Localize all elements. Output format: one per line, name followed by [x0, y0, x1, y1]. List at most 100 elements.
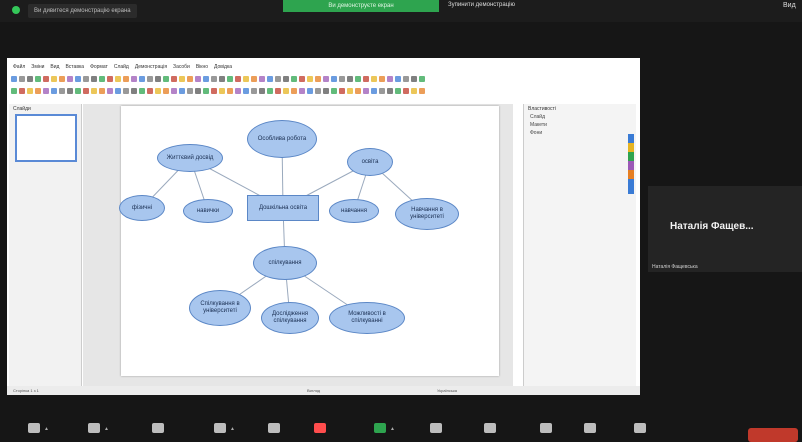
- toolbar-button[interactable]: [339, 76, 345, 82]
- toolbar-button[interactable]: [371, 76, 377, 82]
- toolbar-button[interactable]: [419, 76, 425, 82]
- mindmap-node[interactable]: Життєвий досвід: [157, 144, 223, 172]
- menu-item[interactable]: Файл: [13, 64, 25, 72]
- toolbar-button[interactable]: [67, 76, 73, 82]
- toolbar-button[interactable]: [59, 76, 65, 82]
- menu-item[interactable]: Демонстрація: [135, 64, 167, 72]
- security-icon[interactable]: [152, 421, 164, 435]
- record-icon[interactable]: [430, 421, 442, 435]
- toolbar-button[interactable]: [43, 88, 49, 94]
- toolbar-button[interactable]: [51, 76, 57, 82]
- toolbar-button[interactable]: [147, 88, 153, 94]
- mindmap-node-center[interactable]: Дошкільна освіта: [247, 195, 319, 221]
- toolbar-button[interactable]: [11, 88, 17, 94]
- participant-tile[interactable]: Наталія Фащев... Наталія Фащевська: [648, 186, 802, 272]
- toolbar-button[interactable]: [203, 88, 209, 94]
- toolbar-button[interactable]: [291, 88, 297, 94]
- toolbar-button[interactable]: [323, 76, 329, 82]
- slide-thumbnail[interactable]: [15, 114, 77, 162]
- toolbar-button[interactable]: [235, 88, 241, 94]
- toolbar-button[interactable]: [99, 76, 105, 82]
- toolbar-button[interactable]: [331, 76, 337, 82]
- security-shield-icon[interactable]: [12, 6, 20, 14]
- menu-item[interactable]: Слайд: [114, 64, 129, 72]
- mindmap-node[interactable]: Навчання в університеті: [395, 198, 459, 230]
- toolbar-button[interactable]: [131, 88, 137, 94]
- toolbar-button[interactable]: [155, 76, 161, 82]
- toolbar-button[interactable]: [19, 76, 25, 82]
- toolbar-button[interactable]: [347, 88, 353, 94]
- toolbar-button[interactable]: [123, 88, 129, 94]
- toolbar-button[interactable]: [187, 76, 193, 82]
- toolbar-button[interactable]: [163, 76, 169, 82]
- toolbar-button[interactable]: [387, 76, 393, 82]
- mindmap-node[interactable]: Дослідження спілкування: [261, 302, 319, 334]
- toolbar-button[interactable]: [275, 76, 281, 82]
- microphone-icon[interactable]: [28, 421, 40, 435]
- participants-icon[interactable]: [214, 421, 226, 435]
- video-camera-icon[interactable]: [88, 421, 100, 435]
- sidebar-deck-icons[interactable]: [628, 134, 634, 194]
- toolbar-button[interactable]: [395, 88, 401, 94]
- slide-canvas[interactable]: Дошкільна освіта Особлива робота Життєви…: [119, 106, 499, 376]
- toolbar-button[interactable]: [131, 76, 137, 82]
- toolbar-button[interactable]: [139, 76, 145, 82]
- toolbar-button[interactable]: [379, 76, 385, 82]
- toolbar-button[interactable]: [115, 88, 121, 94]
- toolbar-button[interactable]: [363, 88, 369, 94]
- toolbar-button[interactable]: [35, 88, 41, 94]
- toolbar-button[interactable]: [259, 76, 265, 82]
- toolbar-button[interactable]: [315, 88, 321, 94]
- toolbar-button[interactable]: [299, 76, 305, 82]
- stop-share-button[interactable]: Зупинити демонстрацію: [448, 2, 515, 8]
- toolbar-button[interactable]: [403, 76, 409, 82]
- toolbar-button[interactable]: [307, 88, 313, 94]
- toolbar-button[interactable]: [123, 76, 129, 82]
- more-icon[interactable]: [634, 421, 646, 435]
- toolbar-button[interactable]: [331, 88, 337, 94]
- toolbar-button[interactable]: [291, 76, 297, 82]
- toolbar-button[interactable]: [267, 88, 273, 94]
- mindmap-node[interactable]: Можливості в спілкуванні: [329, 302, 405, 334]
- toolbar-button[interactable]: [163, 88, 169, 94]
- toolbar-button[interactable]: [75, 76, 81, 82]
- mindmap-node[interactable]: Особлива робота: [247, 120, 317, 158]
- toolbar-button[interactable]: [91, 88, 97, 94]
- toolbar-button[interactable]: [219, 88, 225, 94]
- toolbar-button[interactable]: [387, 88, 393, 94]
- toolbar-button[interactable]: [355, 76, 361, 82]
- toolbar-button[interactable]: [355, 88, 361, 94]
- menu-item[interactable]: Формат: [90, 64, 108, 72]
- mindmap-node[interactable]: навчання: [329, 199, 379, 223]
- toolbar-button[interactable]: [171, 88, 177, 94]
- polls-icon[interactable]: [268, 421, 280, 435]
- toolbar-button[interactable]: [179, 88, 185, 94]
- toolbar-button[interactable]: [411, 76, 417, 82]
- reactions-icon[interactable]: [540, 421, 552, 435]
- toolbar-button[interactable]: [195, 76, 201, 82]
- toolbar-button[interactable]: [243, 76, 249, 82]
- toolbar-button[interactable]: [171, 76, 177, 82]
- toolbar-button[interactable]: [27, 76, 33, 82]
- mindmap-node[interactable]: фізичні: [119, 195, 165, 221]
- toolbar-button[interactable]: [11, 76, 17, 82]
- breakout-rooms-icon[interactable]: [484, 421, 496, 435]
- sidebar-item[interactable]: Слайд: [530, 114, 545, 120]
- toolbar-button[interactable]: [299, 88, 305, 94]
- toolbar-button[interactable]: [147, 76, 153, 82]
- leave-button[interactable]: [748, 428, 798, 442]
- toolbar-button[interactable]: [107, 76, 113, 82]
- toolbar-button[interactable]: [211, 76, 217, 82]
- toolbar-button[interactable]: [67, 88, 73, 94]
- toolbar-button[interactable]: [27, 88, 33, 94]
- toolbar-button[interactable]: [43, 76, 49, 82]
- toolbar-button[interactable]: [203, 76, 209, 82]
- menu-item[interactable]: Довідка: [214, 64, 232, 72]
- toolbar-button[interactable]: [227, 88, 233, 94]
- toolbar-button[interactable]: [323, 88, 329, 94]
- toolbar-button[interactable]: [211, 88, 217, 94]
- sidebar-item[interactable]: Макети: [530, 122, 547, 128]
- toolbar-button[interactable]: [59, 88, 65, 94]
- toolbar-button[interactable]: [219, 76, 225, 82]
- mindmap-node[interactable]: спілкування: [253, 246, 317, 280]
